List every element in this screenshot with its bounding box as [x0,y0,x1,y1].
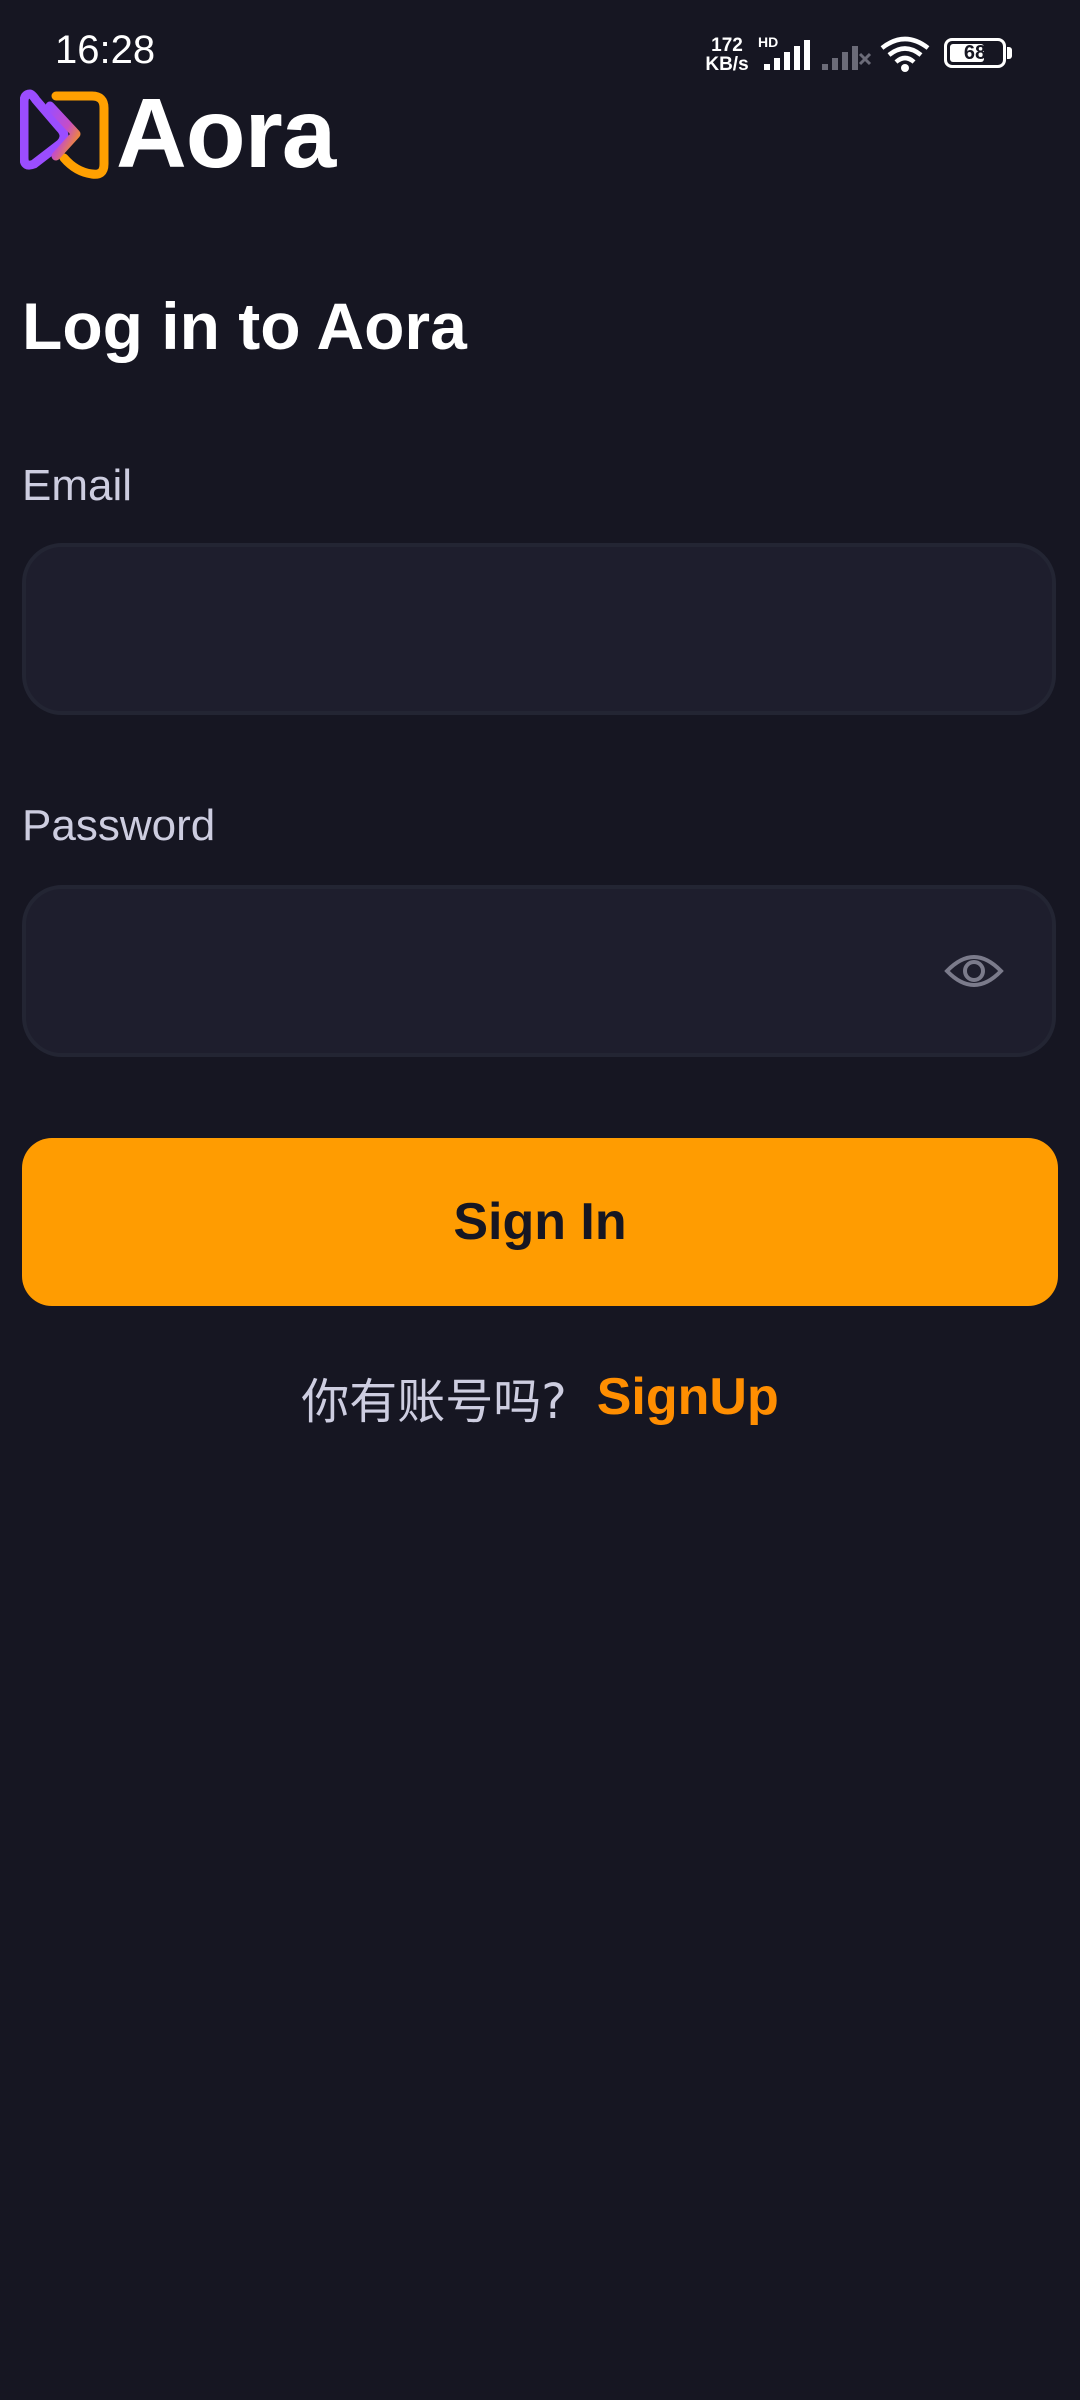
signal-icon [764,40,810,70]
aora-logo-icon [20,89,109,179]
brand-name: Aora [116,78,336,188]
network-speed-unit: KB/s [705,54,749,75]
network-speed: 172 KB/s [702,36,752,74]
password-label: Password [22,801,216,850]
network-speed-value: 172 [711,35,743,56]
sign-in-button[interactable]: Sign In [22,1138,1058,1306]
signal-no-service-icon [822,46,872,70]
password-field[interactable] [22,885,1056,1057]
battery-icon: 68 [944,38,1006,68]
page-title: Log in to Aora [22,289,467,363]
signup-link[interactable]: SignUp [597,1367,779,1427]
signup-row: 你有账号吗? SignUp [0,1364,1080,1430]
battery-terminal [1007,47,1012,59]
battery-level: 68 [963,42,987,64]
status-time: 16:28 [55,28,156,72]
password-input[interactable] [66,889,950,1055]
email-label: Email [22,461,133,510]
wifi-icon [880,36,930,72]
eye-icon[interactable] [944,947,1004,995]
signup-prompt: 你有账号吗? [301,1374,567,1430]
email-input[interactable] [66,547,950,713]
email-field[interactable] [22,543,1056,715]
